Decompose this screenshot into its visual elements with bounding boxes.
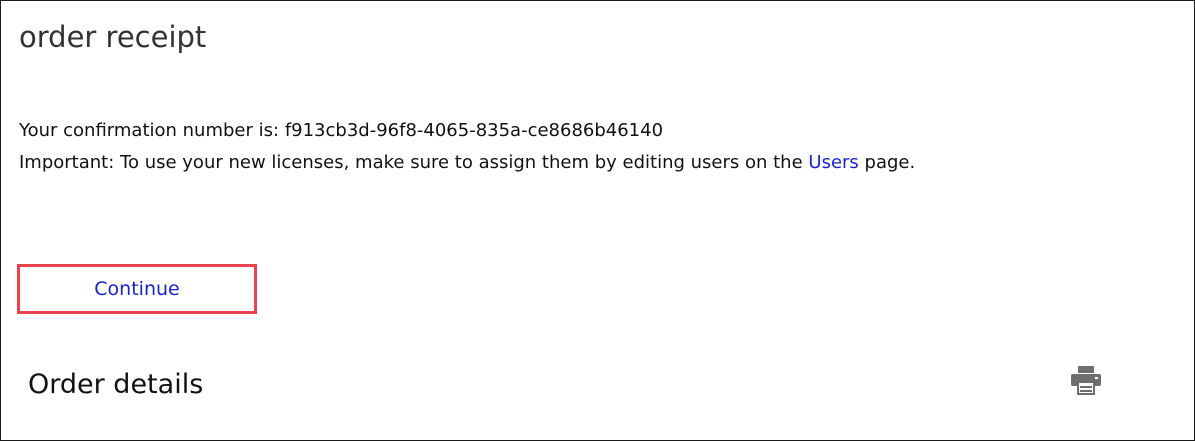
- confirmation-line: Your confirmation number is: f913cb3d-96…: [19, 118, 663, 144]
- order-receipt-panel: order receipt Your confirmation number i…: [0, 0, 1195, 441]
- important-text: Important: To use your new licenses, mak…: [19, 152, 803, 173]
- printer-icon[interactable]: [1069, 365, 1103, 395]
- printer-icon-graphic: [1071, 366, 1101, 395]
- continue-highlight: Continue: [17, 264, 257, 314]
- confirmation-number: f913cb3d-96f8-4065-835a-ce8686b46140: [284, 120, 664, 141]
- order-details-heading: Order details: [28, 369, 204, 400]
- important-notice: Important: To use your new licenses, mak…: [19, 150, 915, 176]
- page-title: order receipt: [19, 20, 207, 54]
- important-text-end: page.: [864, 152, 916, 173]
- confirmation-label: Your confirmation number is:: [19, 120, 280, 141]
- continue-button[interactable]: Continue: [23, 270, 251, 308]
- users-page-link[interactable]: Users: [808, 152, 858, 173]
